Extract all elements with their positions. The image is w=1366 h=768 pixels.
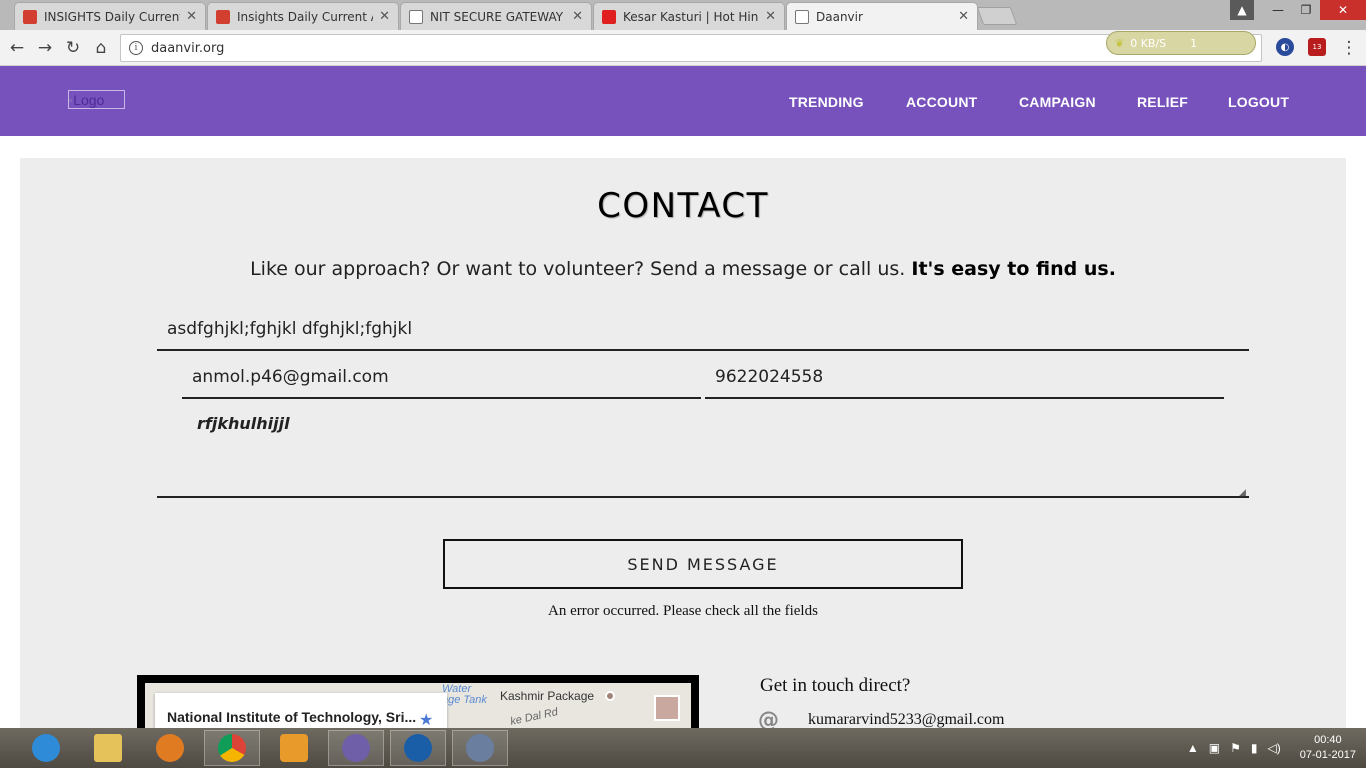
- email-field[interactable]: [182, 356, 701, 399]
- tab-insights-1[interactable]: INSIGHTS Daily Current A ✕: [14, 2, 206, 30]
- youtube-favicon-icon: [602, 9, 616, 24]
- clock[interactable]: 00:40 07-01-2017: [1300, 733, 1356, 763]
- minimize-icon[interactable]: —: [1264, 0, 1292, 20]
- url-text: daanvir.org: [151, 40, 225, 56]
- tab-title: NIT SECURE GATEWAY: [430, 9, 564, 24]
- contact-section: CONTACT Like our approach? Or want to vo…: [20, 158, 1346, 758]
- tab-close-icon[interactable]: ✕: [572, 9, 583, 24]
- subtitle-text: Like our approach? Or want to volunteer?…: [250, 258, 906, 280]
- map-pin-icon[interactable]: [605, 691, 615, 701]
- close-window-icon[interactable]: ✕: [1320, 0, 1366, 20]
- ie-icon[interactable]: [18, 730, 74, 766]
- tab-title: Kesar Kasturi | Hot Hindi: [623, 9, 760, 24]
- nav-logout[interactable]: LOGOUT: [1228, 94, 1289, 110]
- tab-close-icon[interactable]: ✕: [186, 9, 197, 24]
- speed-widget[interactable]: ❦ 0 KB/S 1: [1106, 31, 1256, 55]
- nav-trending[interactable]: TRENDING: [789, 94, 864, 110]
- tab-youtube[interactable]: Kesar Kasturi | Hot Hindi ✕: [593, 2, 785, 30]
- eagle-app-icon[interactable]: [390, 730, 446, 766]
- wifi-app-icon[interactable]: [452, 730, 508, 766]
- extension-badge: 13: [1312, 43, 1322, 51]
- window-controls: ▲ — ❐ ✕: [1230, 0, 1366, 20]
- map-thumbnail[interactable]: [654, 695, 680, 721]
- bittorrent-icon[interactable]: [328, 730, 384, 766]
- address-bar[interactable]: i daanvir.org: [120, 34, 1262, 62]
- tab-title: Insights Daily Current Af: [237, 9, 374, 24]
- site-logo[interactable]: ▫ Logo: [68, 90, 125, 109]
- browser-tab-strip: INSIGHTS Daily Current A ✕ Insights Dail…: [0, 0, 1366, 30]
- direct-contact-heading: Get in touch direct?: [760, 675, 911, 696]
- clock-time: 00:40: [1314, 734, 1342, 746]
- contact-title: CONTACT: [597, 186, 769, 226]
- direct-email[interactable]: kumararvind5233@gmail.com: [808, 711, 1004, 729]
- user-profile-icon[interactable]: ▲: [1230, 0, 1254, 20]
- map-label-road: ke Dal Rd: [509, 706, 560, 728]
- network-icon[interactable]: ▣: [1209, 741, 1220, 755]
- map-label-tank: age Tank: [442, 694, 487, 706]
- leaf-icon: ❦: [1115, 36, 1125, 50]
- nav-relief[interactable]: RELIEF: [1137, 94, 1188, 110]
- logo-alt-text: Logo: [73, 91, 105, 108]
- back-icon[interactable]: ←: [6, 37, 28, 59]
- site-navbar: ▫ Logo TRENDING ACCOUNT CAMPAIGN RELIEF …: [0, 66, 1366, 136]
- name-field[interactable]: [157, 308, 1249, 351]
- phone-field[interactable]: [705, 356, 1224, 399]
- new-tab-button[interactable]: [976, 7, 1018, 25]
- tab-close-icon[interactable]: ✕: [379, 9, 390, 24]
- tray-expand-icon[interactable]: ▲: [1187, 741, 1199, 755]
- tab-title: Daanvir: [816, 9, 863, 24]
- clock-date: 07-01-2017: [1299, 749, 1356, 761]
- nav-campaign[interactable]: CAMPAIGN: [1019, 94, 1096, 110]
- speed-text: 0 KB/S: [1130, 36, 1167, 50]
- tab-nit-gateway[interactable]: NIT SECURE GATEWAY ✕: [400, 2, 592, 30]
- contact-subtitle: Like our approach? Or want to volunteer?…: [20, 258, 1346, 280]
- browser-toolbar: ← → ↻ ⌂ i daanvir.org ❦ 0 KB/S 1 ◐ 13 ⋮: [0, 30, 1366, 66]
- tab-close-icon[interactable]: ✕: [765, 9, 776, 24]
- insights-favicon-icon: [23, 9, 37, 24]
- tab-close-icon[interactable]: ✕: [958, 9, 969, 24]
- home-icon[interactable]: ⌂: [90, 37, 112, 59]
- tab-title: INSIGHTS Daily Current A: [44, 9, 181, 24]
- explorer-icon[interactable]: [80, 730, 136, 766]
- error-message: An error occurred. Please check all the …: [548, 603, 818, 619]
- reload-icon[interactable]: ↻: [62, 37, 84, 59]
- system-tray: ▲ ▣ ⚑ ▮ ◁) 00:40 07-01-2017: [1182, 728, 1356, 768]
- tab-daanvir[interactable]: Daanvir ✕: [786, 2, 978, 30]
- extension-globe-icon[interactable]: ◐: [1276, 38, 1294, 56]
- media-player-icon[interactable]: [266, 730, 322, 766]
- forward-icon[interactable]: →: [34, 37, 56, 59]
- extension-shield-icon[interactable]: 13: [1308, 38, 1326, 56]
- broken-image-icon: ▫: [69, 94, 73, 105]
- firefox-icon[interactable]: [142, 730, 198, 766]
- nav-account[interactable]: ACCOUNT: [906, 94, 977, 110]
- flag-icon[interactable]: ⚑: [1230, 741, 1241, 755]
- maximize-icon[interactable]: ❐: [1292, 0, 1320, 20]
- map-label-package: Kashmir Package: [500, 689, 595, 703]
- star-icon[interactable]: ★: [419, 710, 433, 729]
- send-message-button[interactable]: SEND MESSAGE: [443, 539, 963, 589]
- site-info-icon[interactable]: i: [129, 41, 143, 55]
- insights-favicon-icon: [216, 9, 230, 24]
- document-favicon-icon: [409, 9, 423, 24]
- taskbar: ▲ ▣ ⚑ ▮ ◁) 00:40 07-01-2017: [0, 728, 1366, 768]
- tab-insights-2[interactable]: Insights Daily Current Af ✕: [207, 2, 399, 30]
- message-field[interactable]: rfjkhulhijjl: [157, 400, 1249, 498]
- menu-icon[interactable]: ⋮: [1338, 37, 1360, 59]
- resize-handle-icon[interactable]: ◢: [1239, 488, 1246, 498]
- battery-icon[interactable]: ▮: [1251, 741, 1258, 755]
- volume-icon[interactable]: ◁): [1267, 741, 1280, 755]
- chrome-icon[interactable]: [204, 730, 260, 766]
- subtitle-bold-text: It's easy to find us.: [911, 258, 1116, 280]
- map-place-name: National Institute of Technology, Sri...: [167, 709, 417, 725]
- document-favicon-icon: [795, 9, 809, 24]
- speed-count: 1: [1190, 36, 1198, 50]
